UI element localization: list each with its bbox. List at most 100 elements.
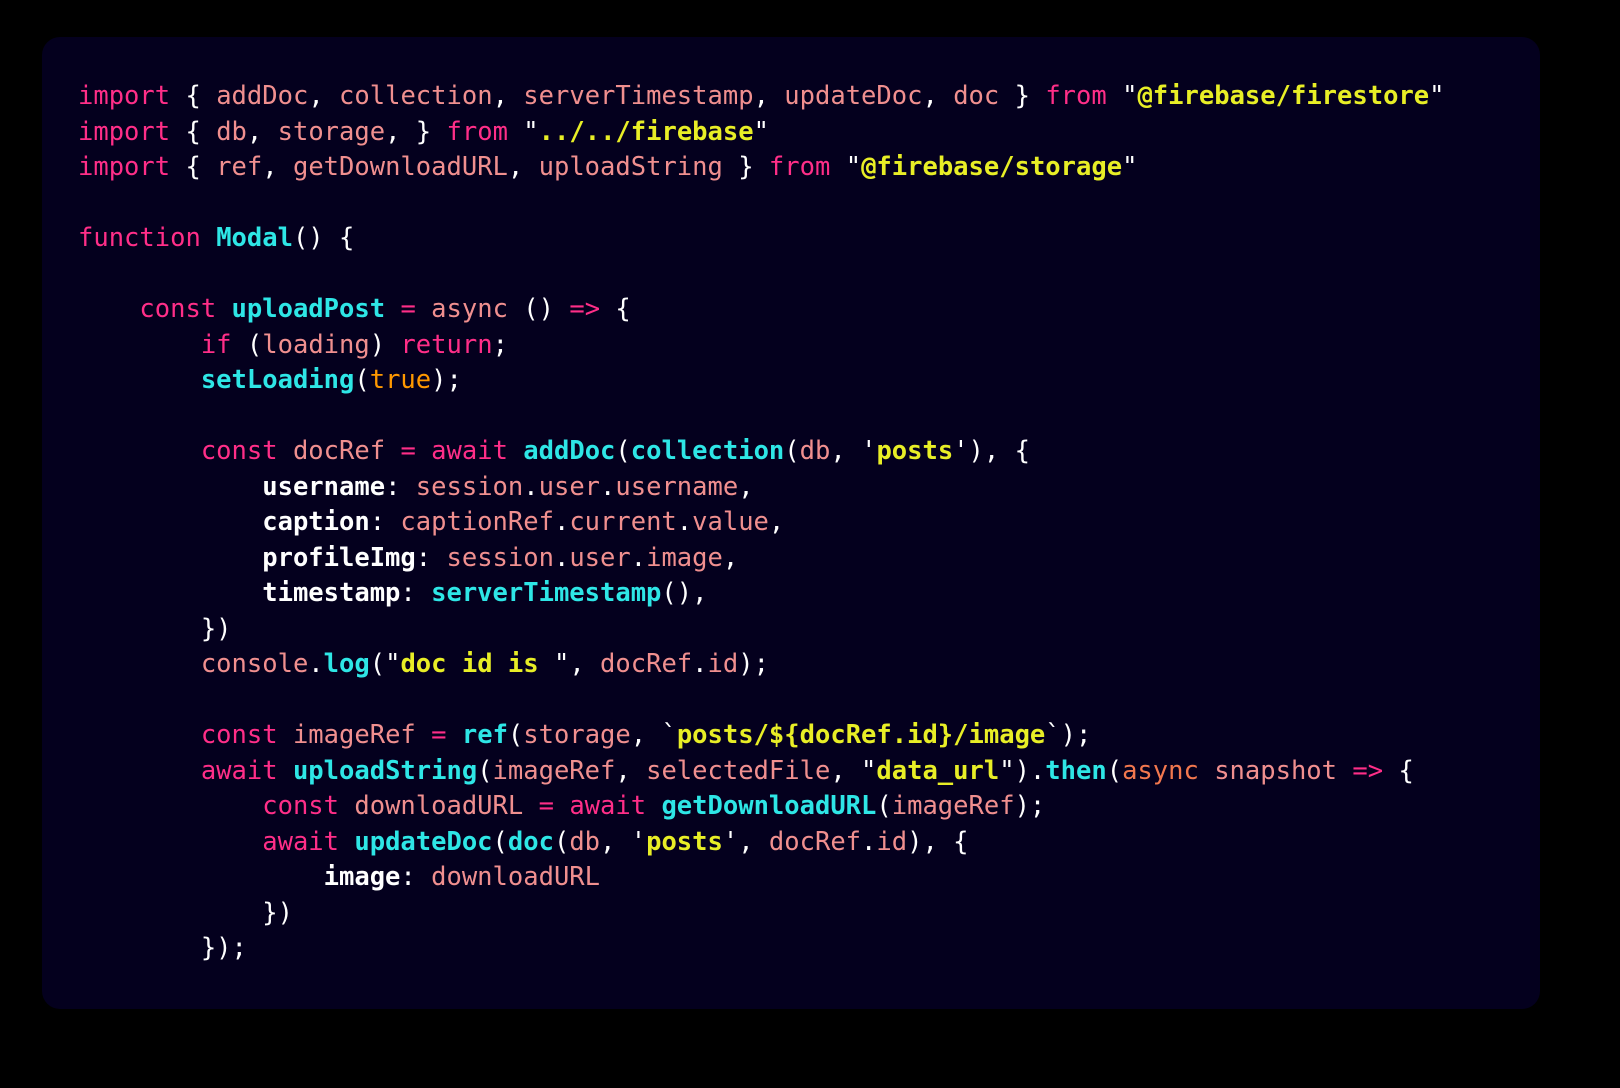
code-token: imageRef (492, 755, 616, 786)
code-line: timestamp: serverTimestamp(), (78, 576, 1540, 612)
code-token: uploadString (292, 755, 478, 786)
code-token: ", (553, 649, 601, 679)
code-token: , " (830, 755, 877, 786)
code-line: image: downloadURL (78, 860, 1540, 896)
code-token: (), (661, 578, 708, 608)
code-token: function (78, 223, 201, 253)
code-token: db (799, 436, 831, 466)
code-line: profileImg: session.user.image, (78, 541, 1540, 577)
code-token: , (308, 81, 340, 111)
code-token: await (569, 791, 647, 821)
code-token: , ' (600, 826, 647, 857)
code-token: . (692, 649, 708, 679)
code-token: ( (231, 329, 263, 360)
code-token: `); (1045, 720, 1092, 750)
code-token: uploadPost (231, 294, 386, 324)
code-token: ', (722, 826, 769, 857)
code-token: : (400, 578, 432, 608)
code-token: await (200, 755, 278, 786)
code-token: (" (369, 649, 401, 679)
code-token: doc (953, 81, 1000, 111)
code-token: posts (646, 826, 723, 857)
code-token: { (170, 116, 217, 147)
code-token: . (553, 542, 570, 573)
code-token: storage (277, 116, 386, 147)
code-token: () { (292, 223, 355, 253)
code-token: caption (262, 507, 370, 537)
code-token: current (569, 507, 677, 537)
code-token: } (999, 81, 1046, 111)
code-token: posts (876, 436, 954, 466)
code-token: ), { (907, 826, 969, 857)
code-token: , (768, 507, 785, 537)
code-token: { (1383, 755, 1414, 786)
code-token: }) (78, 897, 293, 928)
code-token: " (1106, 81, 1138, 111)
code-token: loading (262, 329, 370, 360)
code-token: = (400, 436, 416, 466)
code-token: docRef (768, 826, 862, 857)
code-token: const (262, 791, 339, 821)
code-token: user (538, 471, 601, 502)
code-token: async (1122, 755, 1199, 786)
code-token: imageRef (891, 791, 1015, 821)
code-token: value (692, 507, 769, 537)
code-token: , (922, 81, 954, 111)
code-token: if (200, 329, 232, 360)
code-token: const (139, 294, 217, 324)
code-token: ( (507, 720, 524, 750)
code-line: if (loading) return; (78, 328, 1540, 364)
code-token: true (369, 365, 432, 395)
code-token: id (707, 649, 739, 679)
code-token: image (646, 542, 723, 573)
code-token: . (676, 507, 693, 537)
code-token: profileImg (262, 542, 416, 573)
code-token: log (323, 649, 370, 679)
code-token: ( (492, 826, 508, 857)
code-token: imageRef (292, 720, 416, 750)
code-line: console.log("doc id is ", docRef.id); (78, 647, 1540, 683)
code-token: ( (1106, 755, 1123, 786)
code-token: addDoc (216, 81, 309, 111)
code-token: " (507, 116, 539, 147)
code-token: updateDoc (784, 81, 923, 111)
code-line: setLoading(true); (78, 363, 1540, 399)
code-token: const (200, 436, 278, 466)
code-token: import (78, 116, 171, 147)
code-token: ( (615, 436, 631, 466)
code-token: ( (876, 791, 892, 821)
code-token: import (78, 81, 171, 111)
code-token: getDownloadURL (661, 791, 877, 821)
code-token: " (1429, 81, 1445, 111)
code-token: ( (553, 826, 570, 857)
code-token: ; (492, 329, 508, 360)
code-token: . (553, 507, 570, 537)
code-line: const imageRef = ref(storage, `posts/${d… (78, 718, 1540, 754)
code-token: , (753, 81, 785, 111)
code-token: doc id is (400, 649, 554, 679)
code-token: downloadURL (354, 791, 524, 821)
code-token: @firebase/firestore (1137, 81, 1430, 111)
code-token: id (876, 826, 908, 857)
code-token: docRef (600, 649, 693, 679)
code-token: uploadString (538, 152, 723, 182)
code-token: , (246, 116, 278, 147)
